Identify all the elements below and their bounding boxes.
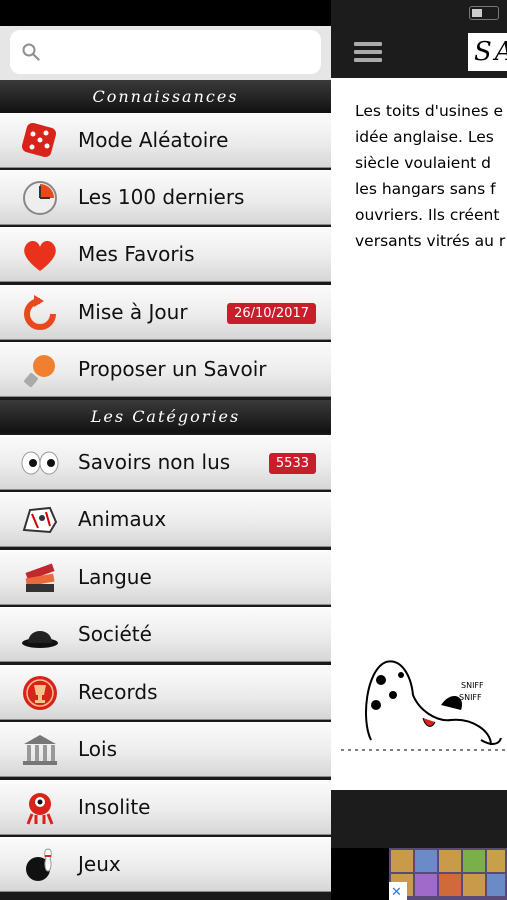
bowler-hat-icon (22, 631, 58, 648)
svg-text:SNIFF: SNIFF (459, 693, 482, 702)
dice-icon (21, 123, 57, 158)
menu-item-update[interactable]: Mise à Jour 26/10/2017 (0, 285, 331, 340)
menu-item-animals[interactable]: Animaux (0, 492, 331, 547)
menu-item-label: Insolite (78, 795, 151, 819)
bowling-icon (26, 848, 52, 881)
refresh-icon (24, 295, 56, 330)
menu-item-label: Société (78, 622, 152, 646)
clock-icon (23, 181, 57, 215)
menu-item-label: Savoirs non lus (78, 450, 231, 474)
menu-item-favorites[interactable]: Mes Favoris (0, 227, 331, 282)
trophy-icon (23, 676, 57, 710)
date-badge: 26/10/2017 (227, 303, 316, 324)
article-line: versants vitrés au r (355, 232, 506, 250)
article-line: ouvriers. Ils créent (355, 206, 500, 224)
article-text: Les toits d'usines e idée anglaise. Les … (355, 98, 507, 254)
lightbulb-icon (24, 355, 55, 387)
svg-text:✕: ✕ (391, 885, 402, 900)
menu-item-label: Mode Aléatoire (78, 128, 229, 152)
menu-item-last-100[interactable]: Les 100 derniers (0, 170, 331, 225)
menu-item-records[interactable]: Records (0, 665, 331, 720)
sniffing-dog-illustration: SNIFF SNIFF (341, 660, 507, 751)
menu-item-language[interactable]: Langue (0, 550, 331, 605)
bottom-bar (331, 790, 507, 848)
section-header-categories: Les Catégories (0, 400, 331, 433)
eyes-icon (21, 451, 59, 475)
search-input[interactable] (50, 38, 314, 68)
battery-icon (469, 6, 499, 20)
menu-item-unread[interactable]: Savoirs non lus 5533 (0, 435, 331, 490)
article-line: idée anglaise. Les (355, 128, 494, 146)
menu-item-random[interactable]: Mode Aléatoire (0, 113, 331, 168)
article-panel: SA Les toits d'usines e idée anglaise. L… (331, 0, 507, 900)
menu-item-society[interactable]: Société (0, 607, 331, 662)
menu-item-label: Jeux (78, 852, 121, 876)
menu-item-label: Mise à Jour (78, 300, 188, 324)
search-icon (22, 43, 40, 61)
section-header-knowledge: Connaissances (0, 80, 331, 113)
svg-text:SNIFF: SNIFF (461, 681, 484, 690)
menu-item-label: Lois (78, 737, 118, 761)
menu-item-label: Langue (78, 565, 152, 589)
side-menu: Connaissances Mode Aléatoire Les 100 der… (0, 0, 331, 900)
status-bar (0, 0, 331, 26)
top-bar: SA (331, 0, 507, 78)
menu-item-laws[interactable]: Lois (0, 722, 331, 777)
menu-item-label: Proposer un Savoir (78, 357, 267, 381)
menu-item-games[interactable]: Jeux (0, 837, 331, 892)
menu-item-label: Les 100 derniers (78, 185, 245, 209)
search-field[interactable] (10, 30, 321, 74)
animal-icon (22, 506, 58, 534)
menu-item-propose[interactable]: Proposer un Savoir (0, 342, 331, 397)
courthouse-icon (23, 735, 57, 765)
menu-item-unusual[interactable]: Insolite (0, 780, 331, 835)
article-line: les hangars sans f (355, 180, 496, 198)
count-badge: 5533 (268, 453, 316, 474)
books-icon (25, 563, 55, 592)
ad-gap (331, 848, 389, 900)
article-line: Les toits d'usines e (355, 102, 504, 120)
app-logo: SA (468, 33, 507, 71)
menu-item-label: Mes Favoris (78, 242, 195, 266)
heart-icon (24, 241, 56, 271)
search-bar (0, 26, 331, 80)
menu-item-label: Animaux (78, 507, 167, 531)
hamburger-menu-icon[interactable] (354, 42, 382, 62)
article-line: siècle voulaient d (355, 154, 492, 172)
ad-banner[interactable]: ✕ (389, 848, 507, 900)
menu-item-label: Records (78, 680, 158, 704)
monster-icon (26, 793, 54, 825)
